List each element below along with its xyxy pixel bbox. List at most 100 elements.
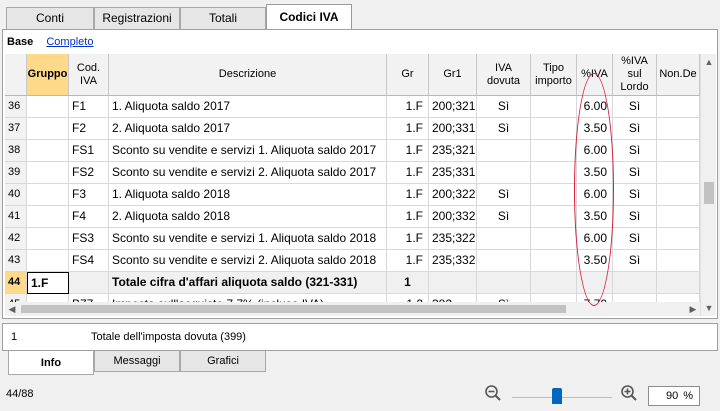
cell-descrizione[interactable]: Sconto su vendite e servizi 1. Aliquota … (109, 140, 387, 162)
cell-non-de[interactable] (657, 96, 700, 118)
tab-totali[interactable]: Totali (180, 7, 266, 29)
cell-tipo-importo[interactable] (531, 118, 577, 140)
cell-iva-dovuta[interactable]: Sì (477, 184, 531, 206)
scroll-left-icon[interactable]: ◀ (5, 302, 19, 316)
zoom-out-icon[interactable] (484, 384, 502, 402)
zoom-slider-handle[interactable] (552, 388, 562, 404)
header-non-de[interactable]: Non.De (657, 54, 700, 96)
table-row[interactable]: 37 F2 2. Aliquota saldo 2017 1.F 200;331 Sì 3.… (5, 118, 700, 140)
header-iva-dovuta[interactable]: IVA dovuta (477, 54, 531, 96)
tab-registrazioni[interactable]: Registrazioni (94, 7, 180, 29)
table-row[interactable]: 38 FS1 Sconto su vendite e servizi 1. Aliq… (5, 140, 700, 162)
cell-cod-iva[interactable]: FS4 (69, 250, 109, 272)
cell-descrizione[interactable]: Sconto su vendite e servizi 2. Aliquota … (109, 250, 387, 272)
cell-percent-iva-lordo[interactable] (613, 272, 657, 294)
cell-gr1[interactable]: 235;322 (429, 228, 477, 250)
cell-gruppo[interactable] (27, 250, 69, 272)
cell-gr[interactable]: 1.F (387, 118, 429, 140)
cell-cod-iva[interactable]: F4 (69, 206, 109, 228)
cell-non-de[interactable] (657, 118, 700, 140)
cell-non-de[interactable] (657, 162, 700, 184)
zoom-in-icon[interactable] (620, 384, 638, 402)
horizontal-scroll-thumb[interactable] (21, 305, 566, 313)
cell-gr1[interactable]: 200;331 (429, 118, 477, 140)
header-gr1[interactable]: Gr1 (429, 54, 477, 96)
cell-percent-iva-lordo[interactable]: Sì (613, 118, 657, 140)
cell-non-de[interactable] (657, 184, 700, 206)
cell-gr1[interactable]: 235;331 (429, 162, 477, 184)
cell-cod-iva[interactable]: FS1 (69, 140, 109, 162)
cell-cod-iva[interactable]: F1 (69, 96, 109, 118)
header-cod-iva[interactable]: Cod. IVA (69, 54, 109, 96)
cell-percent-iva[interactable]: 6.00 (577, 96, 613, 118)
cell-iva-dovuta[interactable] (477, 272, 531, 294)
cell-gr1[interactable]: 235;321 (429, 140, 477, 162)
cell-tipo-importo[interactable] (531, 206, 577, 228)
view-completo-link[interactable]: Completo (46, 36, 93, 48)
tab-messaggi[interactable]: Messaggi (94, 351, 180, 372)
cell-percent-iva-lordo[interactable]: Sì (613, 250, 657, 272)
cell-percent-iva-lordo[interactable]: Sì (613, 206, 657, 228)
table-row-total[interactable]: 44 1.F Totale cifra d'affari aliquota sald… (5, 272, 700, 294)
cell-tipo-importo[interactable] (531, 184, 577, 206)
cell-descrizione[interactable]: 2. Aliquota saldo 2018 (109, 206, 387, 228)
cell-percent-iva[interactable]: 3.50 (577, 162, 613, 184)
cell-gr1[interactable]: 200;332 (429, 206, 477, 228)
cell-cod-iva[interactable]: FS3 (69, 228, 109, 250)
cell-cod-iva[interactable] (69, 272, 109, 294)
scroll-up-icon[interactable]: ▲ (701, 54, 717, 70)
cell-percent-iva[interactable]: 3.50 (577, 206, 613, 228)
scroll-right-icon[interactable]: ▶ (686, 302, 700, 316)
cell-cod-iva[interactable]: F2 (69, 118, 109, 140)
header-percent-iva-lordo[interactable]: %IVA sul Lordo (613, 54, 657, 96)
cell-non-de[interactable] (657, 228, 700, 250)
cell-gruppo[interactable] (27, 206, 69, 228)
cell-descrizione[interactable]: Sconto su vendite e servizi 2. Aliquota … (109, 162, 387, 184)
cell-non-de[interactable] (657, 140, 700, 162)
tab-info[interactable]: Info (8, 351, 94, 375)
cell-gruppo[interactable] (27, 96, 69, 118)
table-row[interactable]: 40 F3 1. Aliquota saldo 2018 1.F 200;322 Sì 6.… (5, 184, 700, 206)
cell-iva-dovuta[interactable] (477, 250, 531, 272)
cell-gruppo[interactable] (27, 118, 69, 140)
cell-tipo-importo[interactable] (531, 228, 577, 250)
vertical-scroll-thumb[interactable] (704, 182, 714, 204)
cell-gr[interactable]: 1.F (387, 140, 429, 162)
cell-gr[interactable]: 1.F (387, 96, 429, 118)
cell-percent-iva[interactable]: 6.00 (577, 140, 613, 162)
cell-tipo-importo[interactable] (531, 162, 577, 184)
cell-gr1[interactable]: 200;322 (429, 184, 477, 206)
cell-gr[interactable]: 1.F (387, 162, 429, 184)
cell-tipo-importo[interactable] (531, 96, 577, 118)
cell-descrizione[interactable]: Sconto su vendite e servizi 1. Aliquota … (109, 228, 387, 250)
cell-percent-iva[interactable]: 3.50 (577, 118, 613, 140)
cell-gr1[interactable]: 200;321 (429, 96, 477, 118)
cell-descrizione[interactable]: 1. Aliquota saldo 2018 (109, 184, 387, 206)
cell-descrizione[interactable]: 2. Aliquota saldo 2017 (109, 118, 387, 140)
cell-percent-iva-lordo[interactable]: Sì (613, 162, 657, 184)
cell-non-de[interactable] (657, 206, 700, 228)
cell-gr[interactable]: 1.F (387, 184, 429, 206)
header-tipo-importo[interactable]: Tipo importo (531, 54, 577, 96)
cell-iva-dovuta[interactable]: Sì (477, 118, 531, 140)
cell-gr[interactable]: 1 (387, 272, 429, 294)
cell-iva-dovuta[interactable] (477, 162, 531, 184)
table-row[interactable]: 41 F4 2. Aliquota saldo 2018 1.F 200;332 Sì 3.… (5, 206, 700, 228)
table-row[interactable]: 43 FS4 Sconto su vendite e servizi 2. Aliq… (5, 250, 700, 272)
table-row[interactable]: 39 FS2 Sconto su vendite e servizi 2. Aliq… (5, 162, 700, 184)
cell-percent-iva[interactable] (577, 272, 613, 294)
cell-iva-dovuta[interactable] (477, 140, 531, 162)
header-gruppo[interactable]: Gruppo (27, 54, 69, 96)
tab-conti[interactable]: Conti (6, 7, 94, 29)
table-row[interactable]: 42 FS3 Sconto su vendite e servizi 1. Aliq… (5, 228, 700, 250)
cell-percent-iva[interactable]: 6.00 (577, 184, 613, 206)
cell-non-de[interactable] (657, 250, 700, 272)
cell-cod-iva[interactable]: FS2 (69, 162, 109, 184)
cell-percent-iva-lordo[interactable]: Sì (613, 184, 657, 206)
zoom-level-field[interactable]: 90% (648, 386, 700, 406)
cell-gr[interactable]: 1.F (387, 206, 429, 228)
table-row[interactable]: 36 F1 1. Aliquota saldo 2017 1.F 200;321 Sì 6.… (5, 96, 700, 118)
header-descrizione[interactable]: Descrizione (109, 54, 387, 96)
cell-gruppo[interactable] (27, 228, 69, 250)
cell-gr1[interactable] (429, 272, 477, 294)
